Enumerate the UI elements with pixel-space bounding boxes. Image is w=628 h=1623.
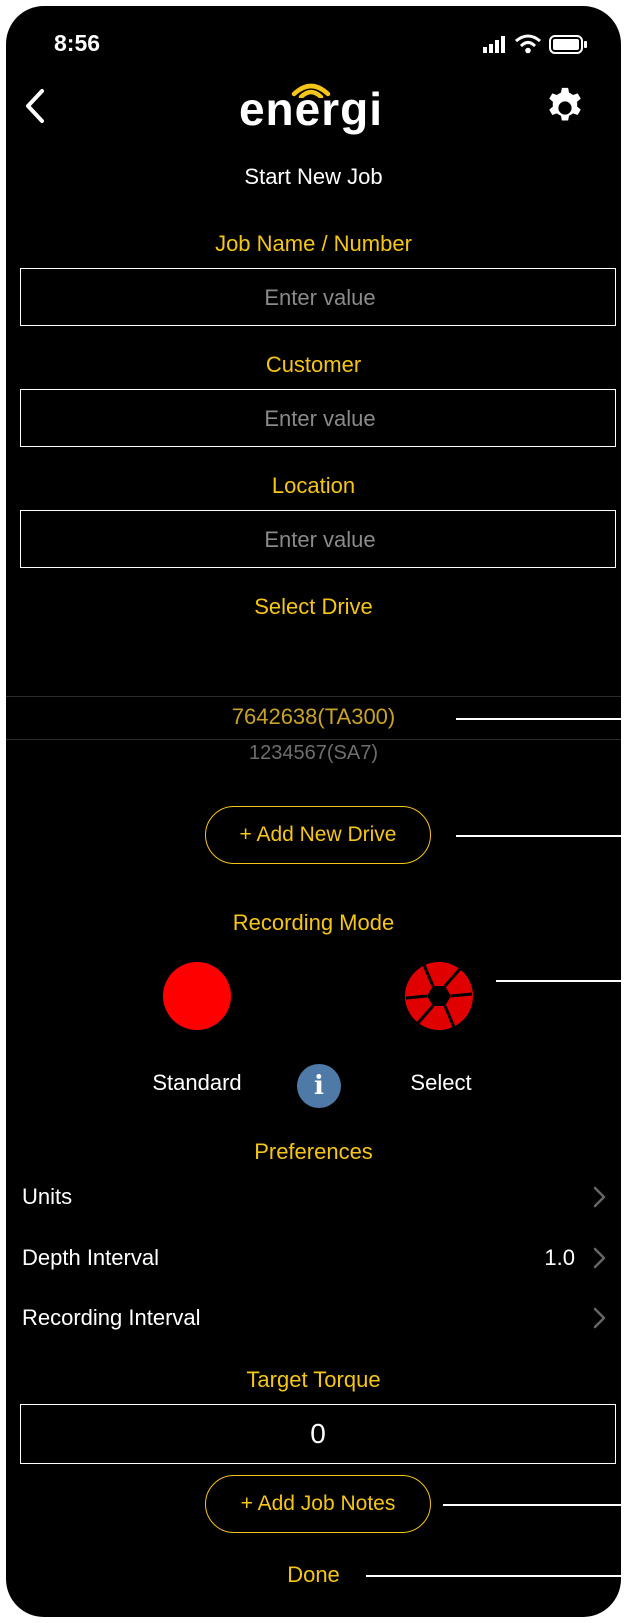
location-field[interactable] — [20, 510, 619, 569]
callout-line-add-drive — [456, 835, 621, 837]
standard-record-dot-icon[interactable] — [163, 962, 231, 1030]
target-torque-field[interactable]: 0 — [20, 1404, 616, 1464]
select-aperture-icon[interactable] — [404, 961, 474, 1031]
location-input[interactable] — [21, 511, 619, 569]
status-time: 8:56 — [54, 30, 101, 56]
battery-icon — [549, 35, 587, 54]
units-row[interactable]: Units — [6, 1174, 621, 1220]
recording-interval-row[interactable]: Recording Interval — [6, 1295, 621, 1341]
callout-line-done — [366, 1575, 621, 1577]
customer-input[interactable] — [21, 390, 619, 448]
chevron-right-icon — [593, 1247, 606, 1269]
chevron-right-icon — [593, 1307, 606, 1329]
drive-option-selected[interactable]: 7642638(TA300) — [6, 704, 621, 730]
callout-line-drive — [456, 718, 621, 720]
logo-text: energi — [238, 83, 384, 135]
customer-field[interactable] — [20, 389, 619, 448]
callout-line-recording — [496, 980, 621, 982]
depth-interval-value: 1.0 — [544, 1245, 575, 1270]
target-torque-label: Target Torque — [246, 1367, 381, 1392]
recording-mode-label: Recording Mode — [232, 910, 395, 935]
drive-option[interactable]: 1234567(SA7) — [6, 742, 621, 765]
page-title: Start New Job — [244, 164, 383, 189]
customer-label: Customer — [265, 352, 362, 377]
select-label: Select — [410, 1070, 472, 1095]
energi-logo: energi — [211, 76, 411, 146]
depth-interval-label: Depth Interval — [22, 1245, 159, 1270]
wifi-icon — [515, 34, 541, 54]
select-drive-label: Select Drive — [254, 594, 373, 619]
job-name-input[interactable] — [21, 269, 619, 327]
gear-icon[interactable] — [543, 86, 587, 130]
chevron-right-icon — [593, 1186, 606, 1208]
recording-interval-label: Recording Interval — [22, 1305, 201, 1330]
depth-interval-row[interactable]: Depth Interval 1.0 — [6, 1235, 621, 1281]
info-icon[interactable]: i — [297, 1064, 341, 1108]
add-new-drive-button[interactable]: + Add New Drive — [205, 806, 431, 864]
standard-label: Standard — [152, 1070, 242, 1095]
back-chevron-icon[interactable] — [22, 88, 48, 124]
preferences-label: Preferences — [254, 1139, 373, 1164]
signal-icon — [483, 36, 505, 53]
job-name-field[interactable] — [20, 268, 619, 327]
app-screen: 8:56 energi Start New Job Job Name / Num… — [6, 6, 621, 1617]
units-label: Units — [22, 1184, 73, 1209]
callout-line-notes — [443, 1504, 621, 1506]
add-job-notes-button[interactable]: + Add Job Notes — [205, 1475, 431, 1533]
job-name-label: Job Name / Number — [215, 231, 412, 256]
location-label: Location — [271, 473, 356, 498]
target-torque-value[interactable]: 0 — [21, 1405, 615, 1463]
